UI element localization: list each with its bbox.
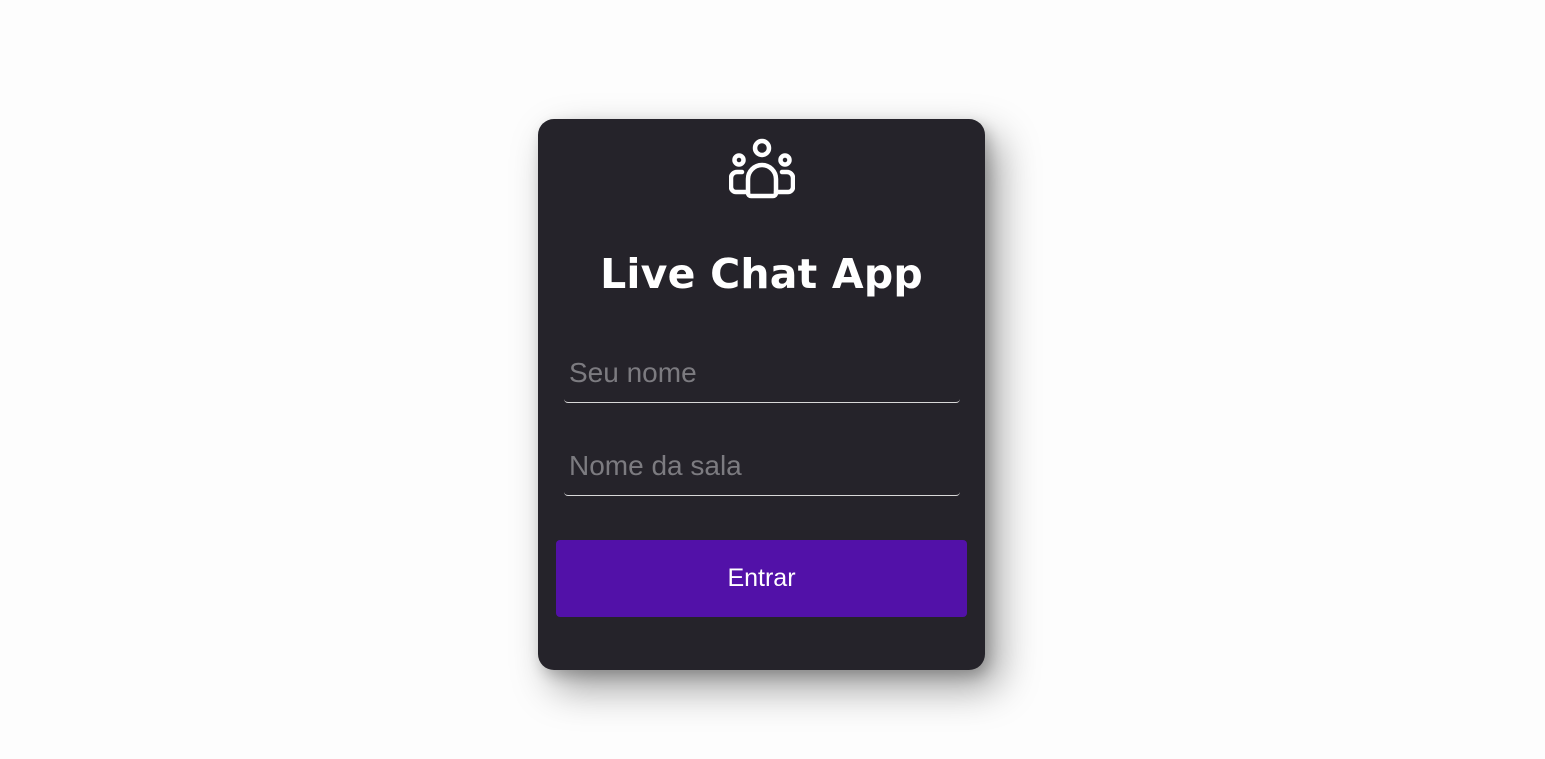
login-card: Live Chat App Entrar (538, 119, 985, 670)
users-group-icon (729, 138, 795, 199)
room-name-input[interactable] (564, 436, 960, 496)
enter-button[interactable]: Entrar (556, 540, 967, 617)
name-input[interactable] (564, 343, 960, 403)
app-title: Live Chat App (600, 250, 923, 298)
